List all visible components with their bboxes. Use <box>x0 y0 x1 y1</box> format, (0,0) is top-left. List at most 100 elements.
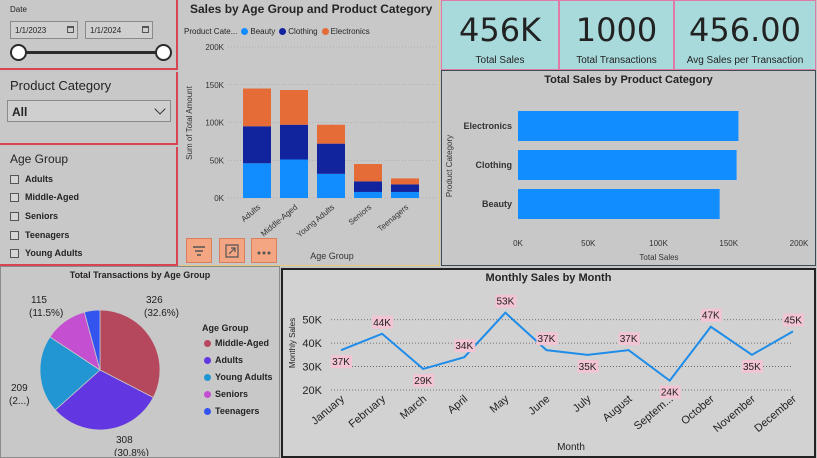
x-tick-label: 0K <box>513 239 523 248</box>
kpi-value: 456K <box>458 11 542 49</box>
checkbox[interactable] <box>10 248 19 258</box>
age-group-slicer: Age Group Adults Middle-Aged Seniors Tee… <box>0 147 178 266</box>
age-option-adults[interactable]: Adults <box>10 174 53 184</box>
bar-segment <box>280 90 308 125</box>
y-tick-label: 0K <box>214 194 224 203</box>
bar-segment <box>391 191 419 198</box>
legend-item-beauty: Beauty <box>250 27 276 36</box>
chart-legend: Product Cate... Beauty Clothing Electron… <box>184 27 370 36</box>
more-options-icon <box>257 251 271 255</box>
kpi-card-avg-sales: 456.00 Avg Sales per Transaction <box>674 0 816 70</box>
bar-segment <box>243 88 271 127</box>
y-tick-label: Beauty <box>482 199 512 209</box>
legend-title: Product Cate... <box>184 27 238 36</box>
legend-item-seniors: Seniors <box>204 389 248 399</box>
age-option-teenagers[interactable]: Teenagers <box>10 230 69 240</box>
product-category-selected: All <box>12 105 28 119</box>
age-option-label: Teenagers <box>25 230 70 240</box>
x-axis-label: Month <box>557 442 585 453</box>
kpi-label: Total Sales <box>475 55 525 66</box>
pie-data-label: 115 <box>31 295 47 306</box>
kpi-card-total-sales: 456K Total Sales <box>441 0 559 70</box>
x-tick-label: August <box>601 393 635 424</box>
checkbox[interactable] <box>10 174 19 184</box>
end-date-input[interactable]: 1/1/2024 <box>85 21 153 39</box>
chart-title: Total Transactions by Age Group <box>69 270 211 280</box>
x-tick-label: Middle-Aged <box>259 203 299 239</box>
age-group-title: Age Group <box>10 152 69 166</box>
age-option-label: Young Adults <box>25 248 83 258</box>
legend-item-clothing: Clothing <box>288 27 318 36</box>
legend-swatch <box>204 356 211 364</box>
y-tick-label: 50K <box>210 156 225 165</box>
x-tick-label: October <box>679 393 717 428</box>
bar-segment <box>391 178 419 185</box>
bar-segment <box>243 163 271 198</box>
pie-data-label: (11.5%) <box>29 308 63 319</box>
bar <box>518 189 720 219</box>
x-tick-label: January <box>309 393 347 428</box>
kpi-label: Total Transactions <box>576 55 657 66</box>
checkbox[interactable] <box>10 192 19 202</box>
data-label: 35K <box>743 362 761 373</box>
data-label: 29K <box>414 376 432 387</box>
pie-data-label: 209 <box>11 383 28 394</box>
y-tick-label: 30K <box>302 362 322 374</box>
legend-swatch-beauty <box>241 28 249 35</box>
date-range-end-handle[interactable] <box>155 44 172 61</box>
line-series <box>340 311 794 383</box>
date-slicer: Date 1/1/2023 1/1/2024 <box>0 0 178 70</box>
date-slicer-label: Date <box>10 5 27 14</box>
filter-button[interactable] <box>186 238 212 263</box>
legend-item-young-adults: Young Adults <box>204 372 273 382</box>
date-range-slider-track[interactable] <box>18 51 164 54</box>
age-option-young-adults[interactable]: Young Adults <box>10 248 83 258</box>
more-options-button[interactable] <box>251 238 277 263</box>
checkbox[interactable] <box>10 230 19 240</box>
pie-data-label: 326 <box>146 295 163 306</box>
y-tick-label: 40K <box>302 338 322 350</box>
y-tick-label: 100K <box>205 119 224 128</box>
product-category-dropdown[interactable]: All <box>7 100 171 122</box>
x-tick-label: November <box>711 393 758 435</box>
checkbox[interactable] <box>10 211 19 221</box>
date-range-start-handle[interactable] <box>10 44 27 61</box>
y-tick-label: 20K <box>302 385 322 397</box>
start-date-value: 1/1/2023 <box>15 26 47 35</box>
pie-data-label: (32.6%) <box>144 308 179 319</box>
kpi-value: 456.00 <box>689 11 801 49</box>
x-tick-label: May <box>488 393 512 416</box>
horizontal-bar-chart-svg: 0K 50K 100K 150K 200K Electronics Clothing Beau… <box>445 111 809 262</box>
data-label: 37K <box>538 334 556 345</box>
kpi-value: 1000 <box>575 11 658 49</box>
focus-mode-button[interactable] <box>219 238 245 263</box>
legend-item-middle-aged: Middle-Aged <box>204 338 269 348</box>
legend-label: Seniors <box>215 389 249 399</box>
age-option-seniors[interactable]: Seniors <box>10 211 58 221</box>
calendar-icon[interactable] <box>142 26 149 33</box>
legend-item-electronics: Electronics <box>330 27 370 36</box>
product-category-title: Product Category <box>10 78 112 93</box>
bar <box>518 111 739 141</box>
sales-by-category-chart: 0K 50K 100K 150K 200K Electronics Clothing Beau… <box>441 70 816 266</box>
y-tick-label: 50K <box>302 315 322 327</box>
chevron-down-icon[interactable] <box>154 103 166 115</box>
legend-swatch <box>204 407 211 415</box>
x-axis-label: Total Sales <box>639 253 678 262</box>
stacked-bar-chart-svg: 0K 50K 100K 150K 200K AdultsMiddle-AgedYoung … <box>185 43 436 261</box>
age-option-middle-aged[interactable]: Middle-Aged <box>10 192 79 202</box>
pie-data-label: 308 <box>116 435 133 446</box>
calendar-icon[interactable] <box>67 26 74 33</box>
y-axis-label: Monthly Sales <box>288 318 297 368</box>
x-tick-label: 100K <box>649 239 668 248</box>
kpi-label: Avg Sales per Transaction <box>686 55 804 66</box>
bar-segment <box>354 181 382 192</box>
transactions-by-age-chart: 326 (32.6%) 308 (30.8%) 209 (2...) 115 (11.5%) … <box>0 266 280 458</box>
x-tick-label: Young Adults <box>295 203 336 240</box>
data-label: 35K <box>579 362 597 373</box>
start-date-input[interactable]: 1/1/2023 <box>10 21 78 39</box>
legend-label: Young Adults <box>215 372 273 382</box>
x-tick-label: Teenagers <box>376 203 410 234</box>
bar-segment <box>280 124 308 160</box>
bar-segment <box>354 164 382 182</box>
